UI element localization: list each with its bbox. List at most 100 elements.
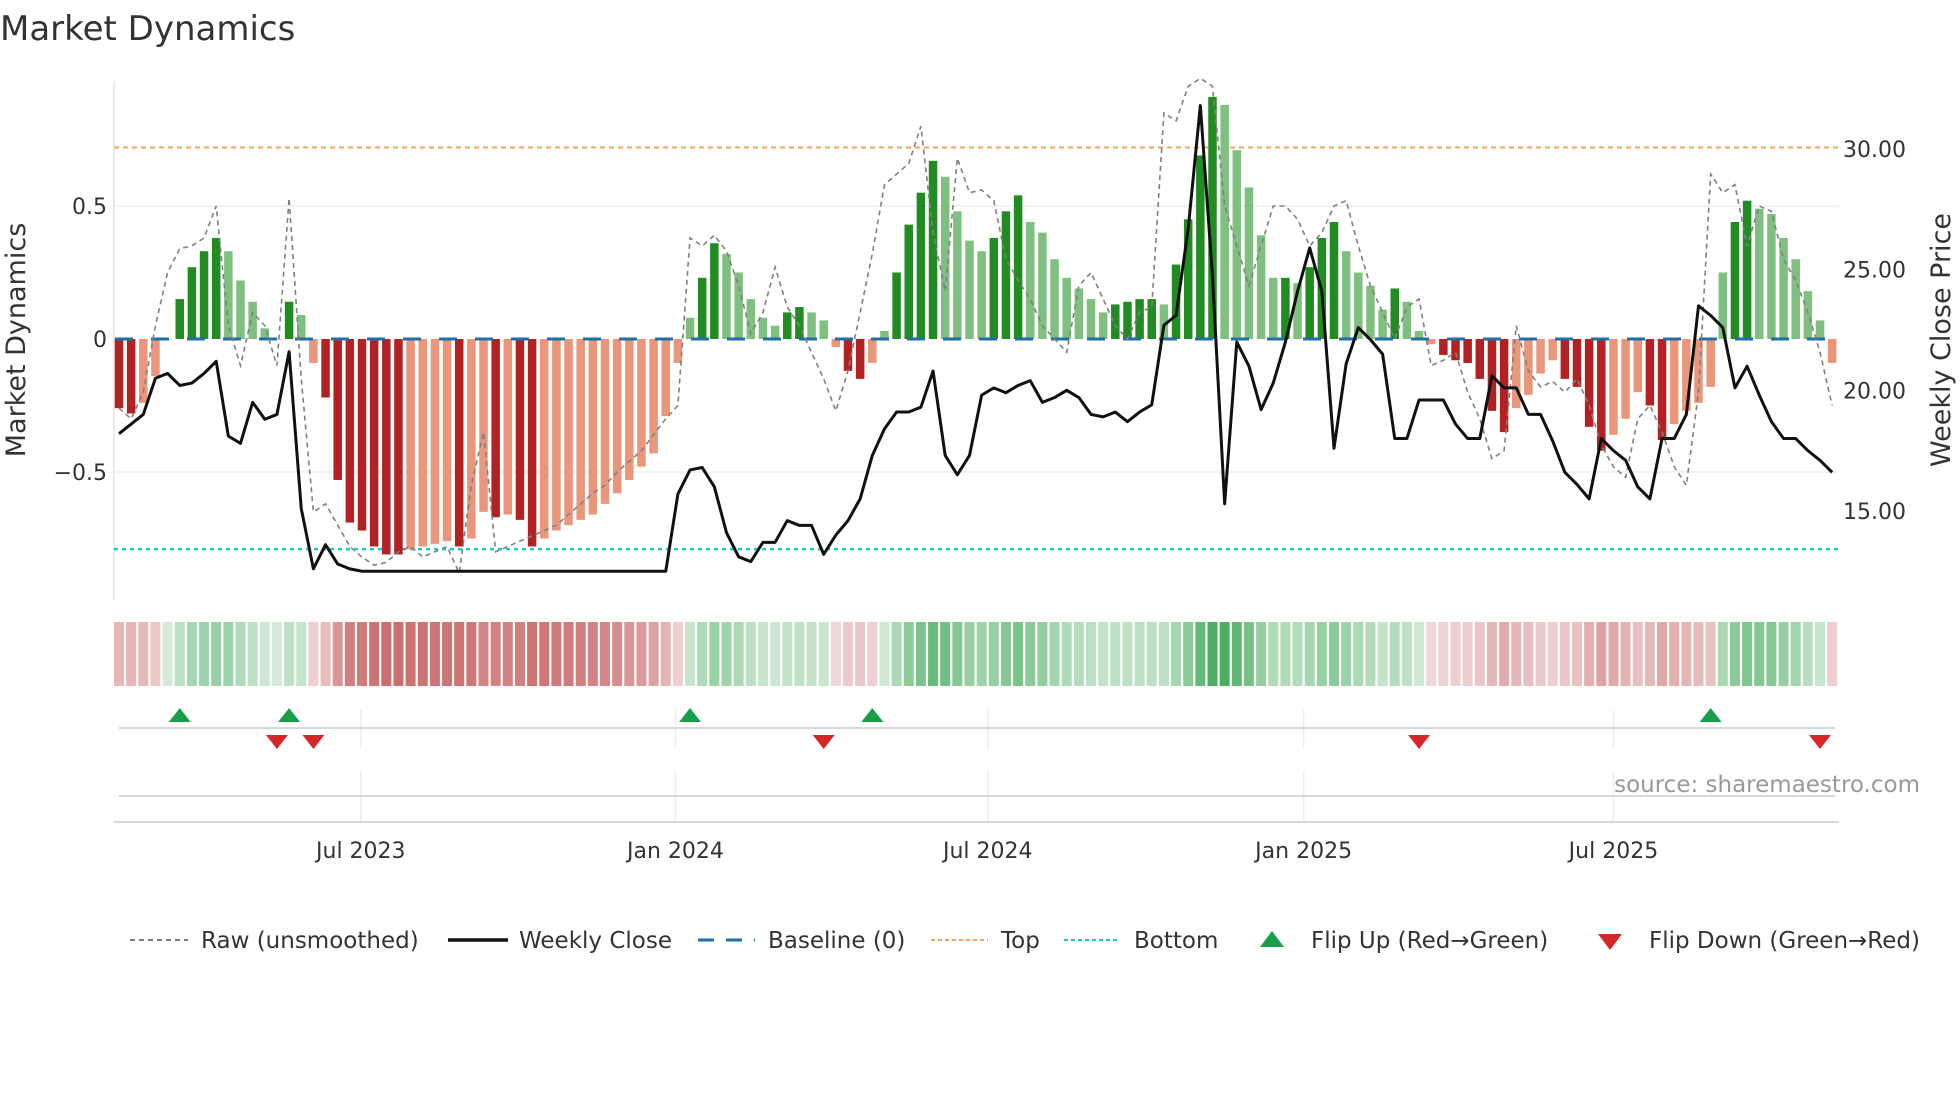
momentum-bar — [807, 312, 816, 339]
y-tick-label: 0 — [93, 328, 107, 353]
momentum-bar — [1694, 339, 1703, 403]
heat-cell — [1122, 622, 1133, 686]
legend-item-bottom[interactable]: Bottom — [1064, 928, 1218, 954]
heat-cell — [1280, 622, 1291, 686]
heat-strip — [114, 622, 1838, 686]
momentum-bar — [1439, 339, 1448, 355]
heat-cell — [1729, 622, 1740, 686]
heat-cell — [624, 622, 635, 686]
flip-down-marker — [265, 735, 288, 749]
heat-cell — [1389, 622, 1400, 686]
flip-down-marker — [812, 735, 835, 749]
momentum-bar — [600, 339, 610, 504]
momentum-bar — [710, 243, 719, 339]
momentum-bar — [1451, 339, 1460, 361]
heat-cell — [502, 622, 513, 686]
heat-cell — [672, 622, 683, 686]
legend-item-top[interactable]: Top — [931, 928, 1040, 954]
flip-down-marker — [302, 735, 325, 749]
heat-cell — [1608, 622, 1619, 686]
momentum-bar — [1463, 339, 1472, 363]
momentum-bar — [989, 237, 999, 339]
momentum-bar — [1803, 291, 1813, 339]
heat-cell — [721, 622, 732, 686]
momentum-bar — [1329, 221, 1339, 339]
heat-cell — [1474, 622, 1485, 686]
heat-cell — [1292, 622, 1303, 686]
momentum-bar — [1584, 339, 1594, 427]
momentum-bar — [1013, 195, 1023, 339]
legend-flip-up-label: Flip Up (Red→Green) — [1311, 928, 1548, 954]
momentum-bar — [1609, 339, 1618, 435]
heat-cell — [1037, 622, 1048, 686]
momentum-bar — [139, 339, 148, 403]
flip-up-marker — [278, 708, 301, 722]
heat-cell — [1098, 622, 1109, 686]
legend-item-flip-up[interactable]: Flip Up (Red→Green) — [1260, 928, 1548, 954]
momentum-bar — [418, 339, 427, 547]
heat-cell — [685, 622, 696, 686]
heat-cell — [551, 622, 562, 686]
heat-cell — [745, 622, 756, 686]
heat-cell — [1693, 622, 1704, 686]
momentum-bar — [552, 339, 561, 531]
heat-cell — [162, 622, 173, 686]
y-right-tick-label: 30.00 — [1843, 138, 1906, 163]
heat-cell — [903, 622, 914, 686]
heat-cell — [199, 622, 210, 686]
heat-cell — [575, 622, 586, 686]
heat-cell — [1316, 622, 1327, 686]
heat-cell — [1438, 622, 1449, 686]
heat-cell — [928, 622, 939, 686]
legend-item-raw[interactable]: Raw (unsmoothed) — [130, 928, 419, 954]
momentum-bar — [1135, 299, 1144, 339]
momentum-bar — [430, 339, 440, 544]
flip-down-marker — [1408, 735, 1431, 749]
momentum-bar — [904, 224, 913, 339]
heat-cell — [1231, 622, 1242, 686]
heat-cell — [1426, 622, 1437, 686]
heat-cell — [247, 622, 258, 686]
legend-item-flip-down[interactable]: Flip Down (Green→Red) — [1598, 928, 1920, 954]
legend-item-baseline[interactable]: Baseline (0) — [698, 928, 905, 954]
heat-cell — [1486, 622, 1497, 686]
heat-cell — [563, 622, 574, 686]
momentum-bar — [479, 339, 488, 512]
momentum-bar — [612, 339, 622, 494]
momentum-bar — [1269, 277, 1278, 339]
momentum-bar — [734, 272, 743, 339]
heat-cell — [1511, 622, 1522, 686]
momentum-bar — [1001, 211, 1011, 339]
momentum-bar — [625, 339, 634, 480]
heat-cell — [126, 622, 137, 686]
momentum-bar — [199, 251, 209, 339]
momentum-bar — [673, 339, 683, 363]
heat-cell — [733, 622, 744, 686]
legend-item-close[interactable]: Weekly Close — [448, 928, 672, 954]
heat-cell — [1620, 622, 1631, 686]
heat-cell — [417, 622, 428, 686]
momentum-bar — [248, 301, 257, 339]
momentum-bar — [1645, 339, 1655, 406]
momentum-bar — [637, 339, 646, 467]
heat-cell — [1146, 622, 1157, 686]
momentum-bar — [1256, 235, 1266, 339]
heat-cell — [1754, 622, 1765, 686]
heat-cell — [114, 622, 124, 686]
heat-cell — [1717, 622, 1728, 686]
heat-cell — [770, 622, 781, 686]
heat-cell — [1013, 622, 1024, 686]
momentum-bar — [1621, 339, 1630, 419]
momentum-bar — [576, 339, 585, 520]
heat-cell — [1802, 622, 1813, 686]
legend-top-label: Top — [1000, 928, 1040, 954]
heat-cell — [1353, 622, 1364, 686]
momentum-bar — [515, 339, 525, 520]
market-dynamics-chart: Market Dynamics 0.5 0 −0.5 30.00 25.00 20.00… — [0, 9, 1957, 954]
heat-cell — [1584, 622, 1595, 686]
heat-cell — [393, 622, 404, 686]
heat-cell — [600, 622, 610, 686]
momentum-bar — [187, 267, 197, 339]
flip-up-marker — [168, 708, 191, 722]
heat-cell — [478, 622, 489, 686]
